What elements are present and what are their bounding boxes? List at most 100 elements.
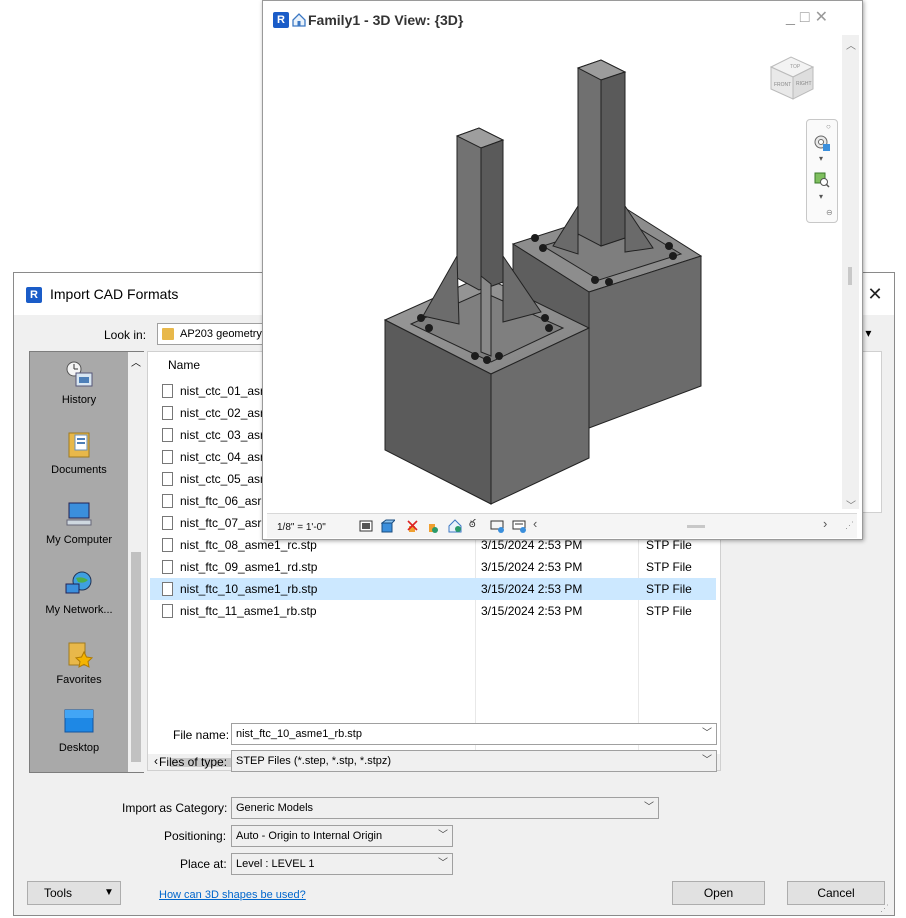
nav-bar-close-icon[interactable]: ○ (826, 122, 831, 131)
file-icon (162, 494, 173, 508)
file-icon (162, 428, 173, 442)
shadows-icon[interactable] (425, 518, 439, 537)
viewcube-front-label: FRONT (774, 82, 791, 88)
chevron-down-icon[interactable]: ▾ (819, 154, 823, 163)
revit-app-icon: R (273, 12, 289, 28)
chevron-down-icon[interactable]: ▾ (819, 192, 823, 201)
chevron-up-icon[interactable]: ︿ (846, 37, 856, 52)
zoom-region-icon[interactable] (814, 172, 830, 191)
chevron-up-icon[interactable]: ︿ (131, 354, 141, 369)
list-item-selected[interactable]: nist_ftc_10_asme1_rb.stp 3/15/2024 2:53 P… (150, 578, 716, 600)
home-icon (291, 12, 307, 31)
window-controls[interactable]: _□✕ (786, 7, 833, 27)
chevron-left-icon[interactable]: ‹ (154, 754, 158, 768)
temporary-hide-icon[interactable] (489, 518, 505, 537)
chevron-down-icon[interactable]: ﹀ (702, 724, 712, 744)
file-icon (162, 582, 173, 596)
place-favorites[interactable]: Favorites (30, 640, 128, 686)
viewcube[interactable]: TOP FRONT RIGHT (763, 53, 823, 108)
import-category-label: Import as Category: (122, 801, 228, 815)
close-icon[interactable]: ✕ (862, 281, 888, 307)
show-rendering-icon[interactable] (447, 518, 463, 537)
steering-wheel-icon[interactable] (813, 134, 831, 155)
files-of-type-select[interactable]: STEP Files (*.step, *.stp, *.stpz) ﹀ (231, 750, 717, 772)
reveal-hidden-icon[interactable] (511, 518, 527, 537)
maximize-icon[interactable]: □ (800, 9, 815, 26)
places-scroll-thumb[interactable] (131, 552, 141, 762)
place-label: Desktop (58, 742, 100, 754)
place-at-select[interactable]: Level : LEVEL 1 ﹀ (231, 853, 453, 875)
chevron-down-icon[interactable]: ﹀ (644, 798, 654, 818)
file-icon (162, 406, 173, 420)
place-my-computer[interactable]: My Computer (30, 500, 128, 546)
place-my-network[interactable]: My Network... (30, 570, 128, 616)
detail-level-icon[interactable] (359, 519, 373, 536)
visual-style-icon[interactable] (380, 519, 397, 536)
navigation-bar: ○ ▾ ▾ ⊖ (806, 119, 838, 223)
list-item[interactable]: nist_ftc_11_asme1_rb.stp 3/15/2024 2:53 P… (156, 600, 716, 622)
3d-view-window: R Family1 - 3D View: {3D} _□✕ TOP FRONT … (262, 0, 863, 540)
tools-button[interactable]: Tools ▼ (27, 881, 121, 905)
view-vscrollbar[interactable]: ︿ ﹀ (842, 35, 859, 512)
cancel-button[interactable]: Cancel (787, 881, 885, 905)
sun-path-icon[interactable] (405, 518, 419, 537)
documents-icon (64, 430, 94, 458)
resize-grip-icon[interactable]: ⋰ (845, 520, 854, 531)
computer-icon (64, 500, 94, 528)
minimize-icon[interactable]: _ (786, 9, 800, 26)
positioning-select[interactable]: Auto - Origin to Internal Origin ﹀ (231, 825, 453, 847)
3d-model-viewport[interactable] (363, 56, 743, 506)
files-of-type-label: Files of type: (159, 755, 228, 769)
hscroll-thumb[interactable] (687, 525, 705, 528)
look-in-label: Look in: (104, 328, 147, 342)
import-category-select[interactable]: Generic Models ﹀ (231, 797, 659, 819)
chevron-down-icon[interactable]: ﹀ (846, 497, 856, 512)
places-bar: History Documents My Computer My Network… (29, 351, 144, 773)
close-icon[interactable]: ✕ (815, 9, 833, 26)
file-name-input[interactable]: nist_ftc_10_asme1_rb.stp ﹀ (231, 723, 717, 745)
network-icon (64, 570, 94, 598)
favorites-icon (64, 640, 94, 668)
place-label: My Network... (45, 604, 113, 616)
file-name-label: File name: (173, 728, 230, 742)
place-label: Documents (51, 464, 107, 476)
file-icon (162, 516, 173, 530)
view-scale[interactable]: 1/8" = 1'-0" (277, 522, 326, 533)
place-label: History (61, 394, 97, 406)
chevron-down-icon[interactable]: ﹀ (438, 826, 448, 846)
vscroll-thumb[interactable] (848, 267, 852, 285)
nav-bar-options-icon[interactable]: ⊖ (826, 208, 833, 217)
desktop-icon (64, 708, 94, 736)
chevron-down-icon[interactable]: ﹀ (438, 854, 448, 874)
place-history[interactable]: History (30, 360, 128, 406)
file-icon (162, 450, 173, 464)
place-desktop[interactable]: Desktop (30, 708, 128, 754)
file-icon (162, 472, 173, 486)
resize-grip-icon[interactable]: ⋰ (880, 903, 889, 914)
view-title: Family1 - 3D View: {3D} (308, 12, 464, 28)
history-icon (64, 360, 94, 388)
chevron-down-icon[interactable]: ﹀ (702, 751, 712, 771)
place-at-label: Place at: (180, 857, 227, 871)
revit-app-icon: R (26, 287, 42, 303)
crop-view-icon[interactable]: ఠ (469, 518, 476, 533)
list-item[interactable]: nist_ftc_09_asme1_rd.stp 3/15/2024 2:53 P… (156, 556, 716, 578)
chevron-left-icon[interactable]: ‹ (533, 516, 537, 531)
caret-down-icon: ▼ (104, 887, 114, 898)
chevron-right-icon[interactable]: › (823, 516, 827, 531)
dialog-title: Import CAD Formats (50, 286, 179, 302)
file-icon (162, 604, 173, 618)
place-label: Favorites (56, 674, 102, 686)
column-header-name[interactable]: Name (168, 358, 200, 372)
place-label: My Computer (45, 534, 113, 546)
viewcube-top-label: TOP (790, 64, 801, 70)
open-button[interactable]: Open (672, 881, 765, 905)
file-icon (162, 560, 173, 574)
look-in-combo[interactable]: AP203 geometry (157, 323, 277, 345)
view-control-bar: 1/8" = 1'-0" ఠ ‹ › ⋰ (267, 513, 857, 538)
place-documents[interactable]: Documents (30, 430, 128, 476)
help-link[interactable]: How can 3D shapes be used? (159, 889, 306, 901)
positioning-label: Positioning: (164, 829, 227, 843)
folder-icon (162, 328, 174, 341)
file-icon (162, 538, 173, 552)
